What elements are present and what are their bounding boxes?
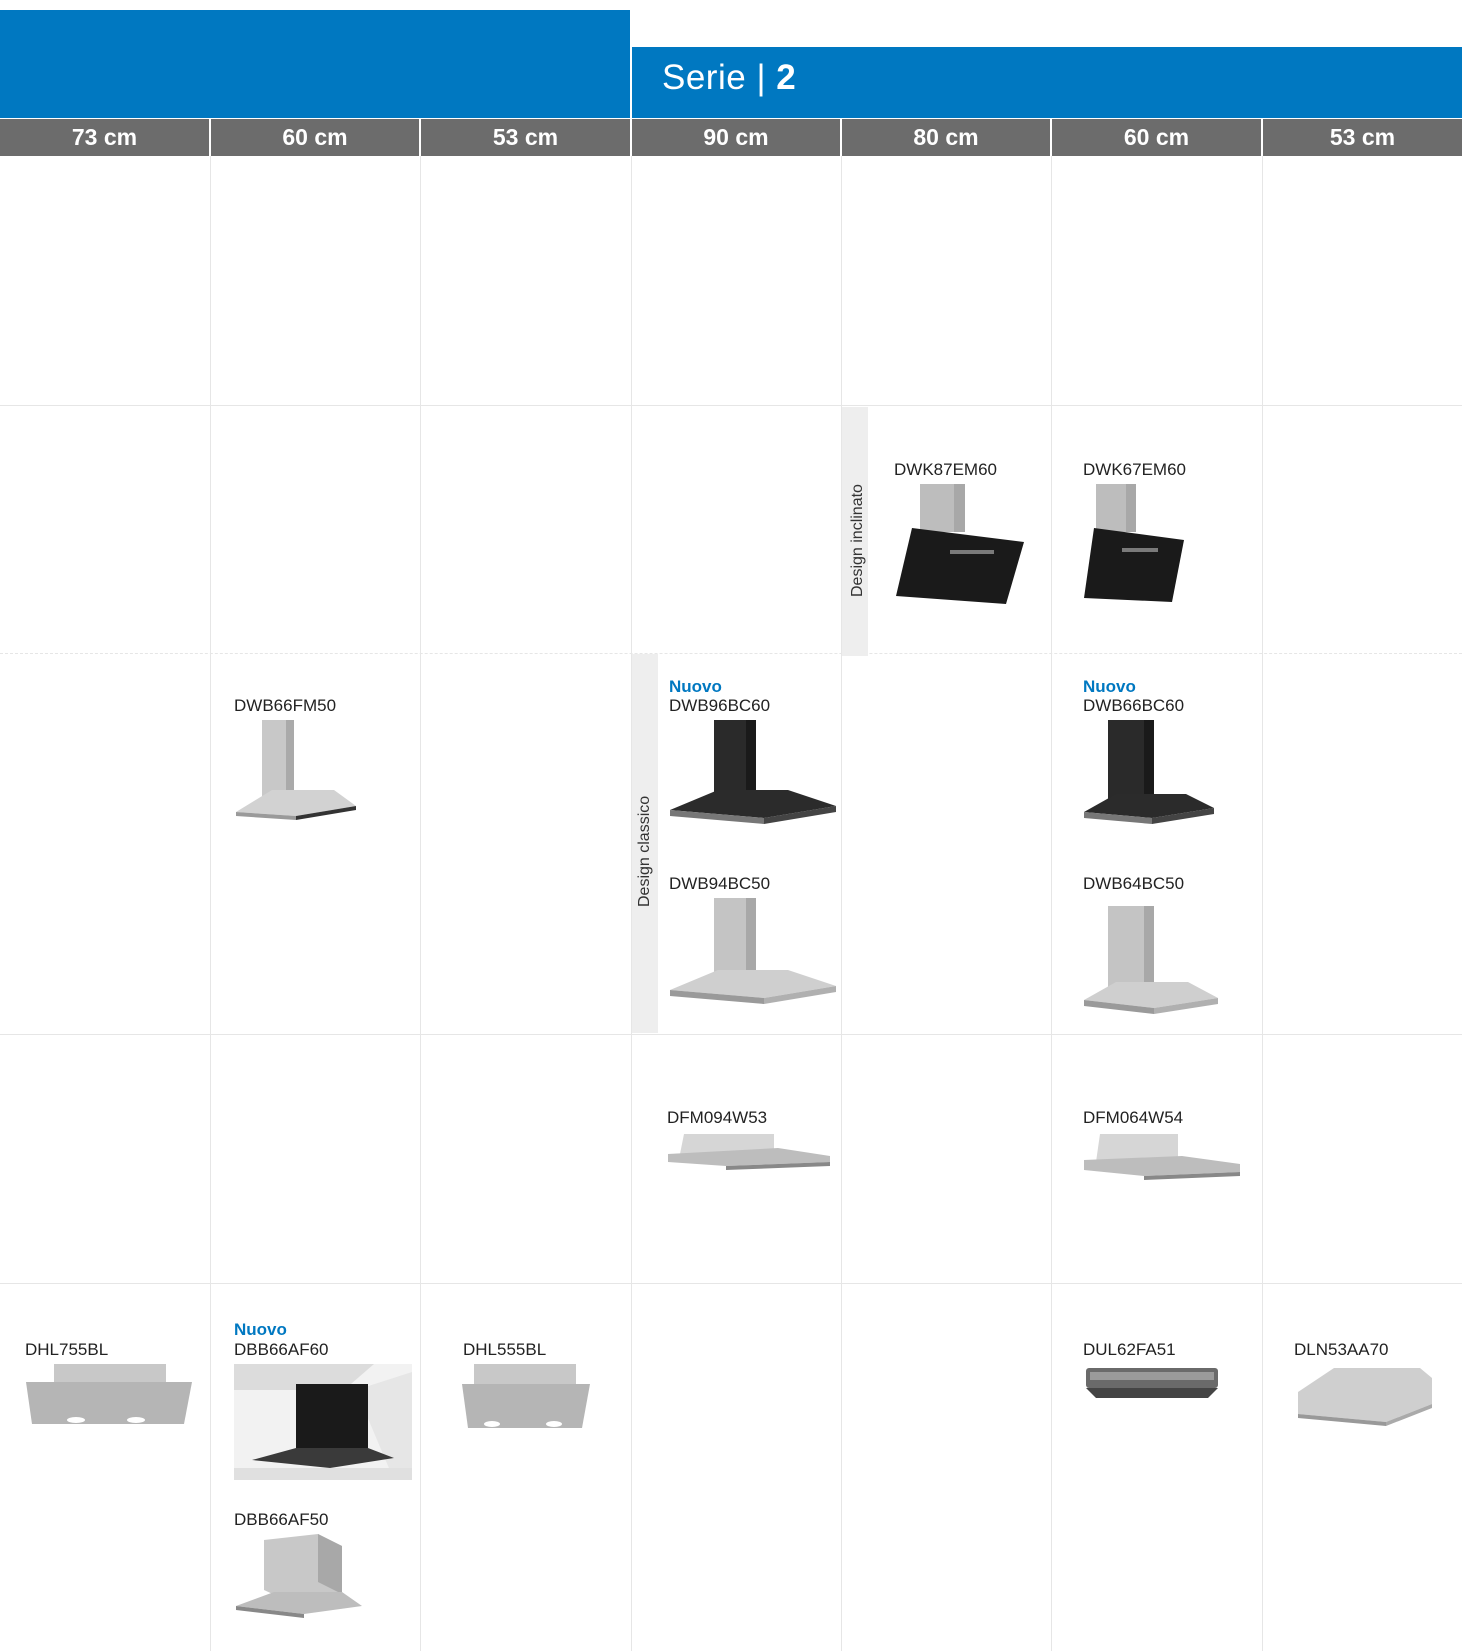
column-header-80cm: 80 cm [842,119,1050,156]
row-divider [0,405,1462,406]
product-label-dwk67em60: DWK67EM60 [1083,460,1186,479]
row-divider [0,1034,1462,1035]
hood-angled-large-image [896,484,1024,604]
hood-builtin-image [462,1364,590,1428]
hood-builtin-wide-image [26,1364,192,1424]
column-header-73cm: 73 cm [0,119,209,156]
design-classico-label: Design classico [636,795,653,907]
product-label-dln53aa70: DLN53AA70 [1294,1340,1389,1359]
design-inclinato-label: Design inclinato [849,484,866,597]
hood-box-steel-wide-image [670,898,836,1004]
new-badge: Nuovo [669,677,722,696]
hood-box-black-image [1084,720,1214,824]
series-title: Serie | 2 [662,58,797,97]
product-label-dwb96bc60: DWB96BC60 [669,696,771,715]
product-label-dfm064w54: DFM064W54 [1083,1108,1184,1127]
grid-divider [210,156,211,1651]
product-label-dfm094w53: DFM094W53 [667,1108,768,1127]
product-label-dwk87em60: DWK87EM60 [894,460,997,479]
product-label-dwb64bc50: DWB64BC50 [1083,874,1185,893]
grid-divider [1051,156,1052,1651]
column-headers: 73 cm 60 cm 53 cm 90 cm 80 cm 60 cm 53 c… [0,119,1462,156]
hood-angled-small-image [1084,484,1184,602]
new-badge: Nuovo [1083,677,1136,696]
product-label-dbb66af60: DBB66AF60 [234,1340,329,1359]
new-badge: Nuovo [234,1320,287,1339]
hood-undercabinet-image [1086,1368,1218,1398]
column-header-90cm: 90 cm [632,119,840,156]
column-header-53cm-serie2: 53 cm [1263,119,1462,156]
column-header-53cm: 53 cm [421,119,630,156]
hood-box-steel-image [1084,906,1218,1014]
hood-telescopic-image [1084,1134,1240,1180]
product-label-dwb94bc50: DWB94BC50 [669,874,771,893]
grid-divider [420,156,421,1651]
grid-divider [841,156,842,1651]
product-label-dhl555bl: DHL555BL [463,1340,547,1359]
product-label-dwb66bc60: DWB66BC60 [1083,696,1185,715]
column-header-60cm: 60 cm [211,119,419,156]
product-label-dhl755bl: DHL755BL [25,1340,109,1359]
hood-box-steel-image [236,720,356,820]
product-label-dul62fa51: DUL62FA51 [1083,1340,1176,1359]
hood-ceiling-black-image [234,1364,412,1480]
header-band-left [0,10,630,118]
column-header-60cm-serie2: 60 cm [1052,119,1261,156]
hood-integrated-image [1298,1368,1432,1426]
row-divider [0,653,1462,654]
row-divider [0,1283,1462,1284]
hood-box-black-wide-image [670,720,836,824]
hood-telescopic-wide-image [668,1134,830,1170]
product-label-dbb66af50: DBB66AF50 [234,1510,329,1529]
product-label-dwb66fm50: DWB66FM50 [234,696,337,715]
grid-divider [1262,156,1263,1651]
hood-ceiling-steel-image [236,1534,362,1618]
